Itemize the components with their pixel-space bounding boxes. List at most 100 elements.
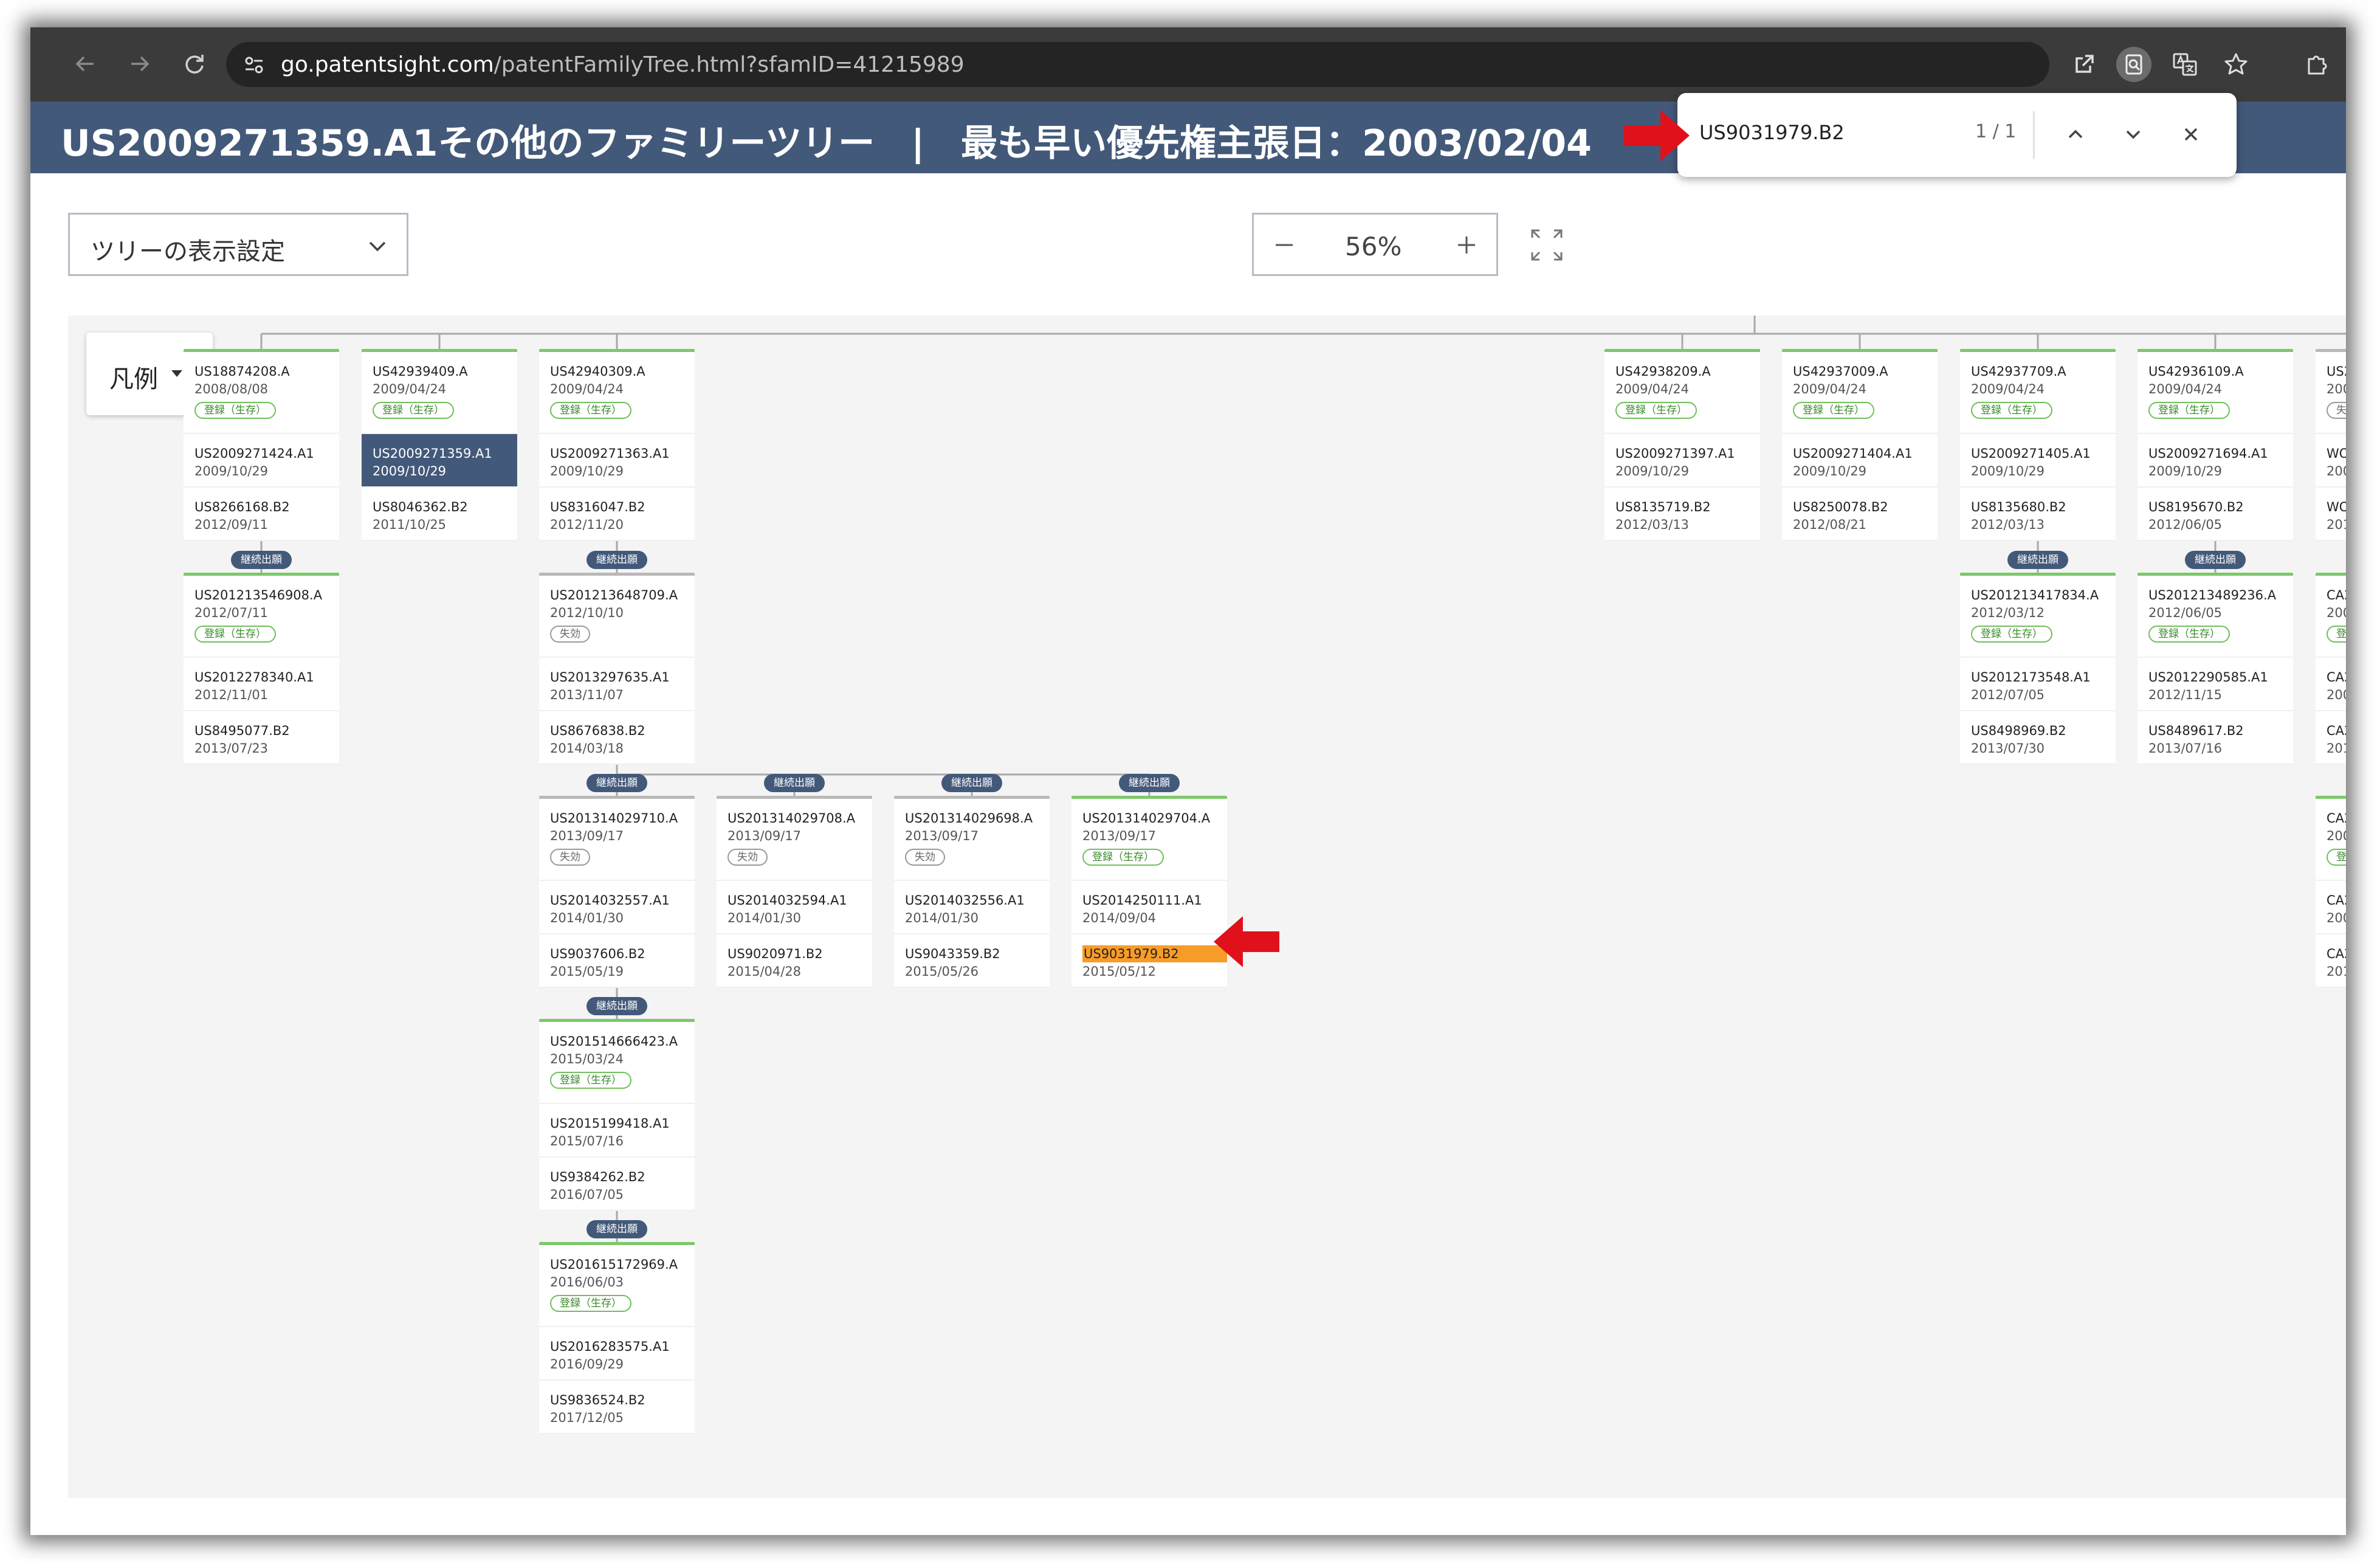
publication-entry[interactable]: US2015199418.A1 2015/07/16: [539, 1104, 695, 1158]
publication-entry[interactable]: US8046362.B2 2011/10/25: [362, 488, 517, 541]
family-card[interactable]: US42936109.A 2009/04/24 登録（生存） US2009271694…: [2138, 349, 2293, 541]
document-number[interactable]: US201213489236.A: [2148, 587, 2293, 604]
publication-entry[interactable]: US2014032556.A1 2014/01/30: [894, 881, 1050, 934]
document-number[interactable]: US201314029710.A: [550, 810, 695, 827]
publication-entry[interactable]: US2009271397.A1 2009/10/29: [1604, 434, 1760, 488]
family-card[interactable]: US201213417834.A 2012/03/12 登録（生存） US201217…: [1960, 573, 2116, 765]
document-number[interactable]: US201314029704.A: [1082, 810, 1227, 827]
family-card[interactable]: CA2749080.A 2009/04/24 登録（生存） CA2749080.A1 2…: [2316, 796, 2346, 988]
application-entry[interactable]: US42937709.A 2009/04/24 登録（生存）: [1960, 352, 2116, 434]
publication-entry[interactable]: WO2009132263.A2 2009/10/29: [2316, 434, 2346, 488]
publication-entry[interactable]: US8195670.B2 2012/06/05: [2138, 488, 2293, 541]
publication-entry[interactable]: US2009271405.A1 2009/10/29: [1960, 434, 2116, 488]
publication-entry[interactable]: US8676838.B2 2014/03/18: [539, 711, 695, 765]
publication-entry[interactable]: CA2749080.A1 2009/10/29: [2316, 881, 2346, 934]
document-number[interactable]: CA2749080.A1: [2327, 892, 2346, 909]
publication-entry[interactable]: CA2723167.C 2012/10/30: [2316, 711, 2346, 765]
document-number[interactable]: US201213648709.A: [550, 587, 695, 604]
document-number[interactable]: US2009271359.A1: [373, 445, 517, 462]
document-number[interactable]: US2012278340.A1: [194, 669, 339, 686]
reload-button[interactable]: [176, 46, 213, 82]
find-in-page-button[interactable]: [2116, 47, 2151, 82]
zoom-in-button[interactable]: [1448, 227, 1485, 263]
document-number[interactable]: US20090041649.W: [2327, 363, 2346, 380]
document-number[interactable]: CA2749080.C: [2327, 945, 2346, 962]
document-number[interactable]: US9043359.B2: [905, 945, 1050, 962]
document-number[interactable]: US2016283575.A1: [550, 1338, 695, 1355]
publication-entry[interactable]: US9043359.B2 2015/05/26: [894, 934, 1050, 988]
application-entry[interactable]: US201314029708.A 2013/09/17 失効: [717, 799, 872, 881]
publication-entry[interactable]: WO2009132263.A32010/01/07: [2316, 488, 2346, 541]
document-number[interactable]: US9031979.B2: [1082, 945, 1227, 962]
publication-entry[interactable]: US9037606.B2 2015/05/19: [539, 934, 695, 988]
publication-entry[interactable]: US2013297635.A1 2013/11/07: [539, 658, 695, 711]
document-number[interactable]: US201314029698.A: [905, 810, 1050, 827]
family-card[interactable]: US20090041649.W 2009/04/24 失効 WO2009132263.…: [2316, 349, 2346, 541]
application-entry[interactable]: CA2723167.A 2009/04/24 登録（生存）: [2316, 576, 2346, 658]
document-number[interactable]: US42938209.A: [1615, 363, 1760, 380]
document-number[interactable]: US8266168.B2: [194, 499, 339, 516]
application-entry[interactable]: US42937009.A 2009/04/24 登録（生存）: [1782, 352, 1938, 434]
publication-entry[interactable]: US8250078.B2 2012/08/21: [1782, 488, 1938, 541]
application-entry[interactable]: US201314029704.A 2013/09/17 登録（生存）: [1071, 799, 1227, 881]
family-card[interactable]: US18874208.A 2008/08/08 登録（生存） US2009271424…: [184, 349, 339, 541]
document-number[interactable]: US2009271694.A1: [2148, 445, 2293, 462]
application-entry[interactable]: US201213417834.A 2012/03/12 登録（生存）: [1960, 576, 2116, 658]
family-card[interactable]: US201314029704.A 2013/09/17 登録（生存） US201425…: [1071, 796, 1227, 988]
tree-settings-dropdown[interactable]: ツリーの表示設定: [68, 213, 408, 276]
document-number[interactable]: US2009271397.A1: [1615, 445, 1760, 462]
document-number[interactable]: US8250078.B2: [1793, 499, 1938, 516]
document-number[interactable]: US9384262.B2: [550, 1168, 695, 1185]
document-number[interactable]: US2012173548.A1: [1971, 669, 2116, 686]
document-number[interactable]: CA2723167.C: [2327, 722, 2346, 739]
document-number[interactable]: US8135719.B2: [1615, 499, 1760, 516]
document-number[interactable]: US201213417834.A: [1971, 587, 2116, 604]
application-entry[interactable]: US18874208.A 2008/08/08 登録（生存）: [184, 352, 339, 434]
document-number[interactable]: US201514666423.A: [550, 1033, 695, 1050]
family-card[interactable]: US42939409.A 2009/04/24 登録（生存） US2009271359…: [362, 349, 517, 541]
publication-entry[interactable]: US9020971.B2 2015/04/28: [717, 934, 872, 988]
document-number[interactable]: US201213546908.A: [194, 587, 339, 604]
family-card[interactable]: US201314029698.A 2013/09/17 失効 US2014032556…: [894, 796, 1050, 988]
document-number[interactable]: CA2723167.A1: [2327, 669, 2346, 686]
publication-entry[interactable]: US2012290585.A1 2012/11/15: [2138, 658, 2293, 711]
application-entry[interactable]: US42940309.A 2009/04/24 登録（生存）: [539, 352, 695, 434]
document-number[interactable]: CA2723167.A: [2327, 587, 2346, 604]
back-button[interactable]: [67, 46, 103, 82]
document-number[interactable]: US2012290585.A1: [2148, 669, 2293, 686]
application-entry[interactable]: US201615172969.A 2016/06/03 登録（生存）: [539, 1245, 695, 1327]
application-entry[interactable]: US201213489236.A 2012/06/05 登録（生存）: [2138, 576, 2293, 658]
family-card[interactable]: US201213546908.A 2012/07/11 登録（生存） US201227…: [184, 573, 339, 765]
document-number[interactable]: US8316047.B2: [550, 499, 695, 516]
zoom-out-button[interactable]: [1266, 227, 1302, 263]
document-number[interactable]: CA2749080.A: [2327, 810, 2346, 827]
document-number[interactable]: US8498969.B2: [1971, 722, 2116, 739]
application-entry[interactable]: US201213648709.A 2012/10/10 失効: [539, 576, 695, 658]
publication-entry[interactable]: CA2723167.A1 2009/10/29: [2316, 658, 2346, 711]
publication-entry[interactable]: US8135719.B2 2012/03/13: [1604, 488, 1760, 541]
publication-entry[interactable]: US2009271359.A1 2009/10/29: [362, 434, 517, 488]
document-number[interactable]: US42939409.A: [373, 363, 517, 380]
document-number[interactable]: US2009271404.A1: [1793, 445, 1938, 462]
family-card[interactable]: US42937709.A 2009/04/24 登録（生存） US2009271405…: [1960, 349, 2116, 541]
document-number[interactable]: US2013297635.A1: [550, 669, 695, 686]
document-number[interactable]: US8195670.B2: [2148, 499, 2293, 516]
document-number[interactable]: US42936109.A: [2148, 363, 2293, 380]
family-tree-canvas[interactable]: 凡例 US18874208.A 2008/08/08 登録（生存） US2009271…: [68, 316, 2346, 1498]
document-number[interactable]: US42937009.A: [1793, 363, 1938, 380]
document-number[interactable]: US42937709.A: [1971, 363, 2116, 380]
document-number[interactable]: US8135680.B2: [1971, 499, 2116, 516]
document-number[interactable]: US201314029708.A: [727, 810, 872, 827]
site-info-icon[interactable]: [243, 54, 265, 76]
publication-entry[interactable]: US8495077.B2 2013/07/23: [184, 711, 339, 765]
application-entry[interactable]: US201314029698.A 2013/09/17 失効: [894, 799, 1050, 881]
document-number[interactable]: US8495077.B2: [194, 722, 339, 739]
document-number[interactable]: US2014250111.A1: [1082, 892, 1227, 909]
publication-entry[interactable]: CA2749080.C 2015/08/18: [2316, 934, 2346, 988]
publication-entry[interactable]: US2014032557.A1 2014/01/30: [539, 881, 695, 934]
publication-entry[interactable]: US2012278340.A1 2012/11/01: [184, 658, 339, 711]
publication-entry[interactable]: US2016283575.A1 2016/09/29: [539, 1327, 695, 1381]
document-number[interactable]: US2009271405.A1: [1971, 445, 2116, 462]
document-number[interactable]: US2015199418.A1: [550, 1115, 695, 1132]
document-number[interactable]: US42940309.A: [550, 363, 695, 380]
